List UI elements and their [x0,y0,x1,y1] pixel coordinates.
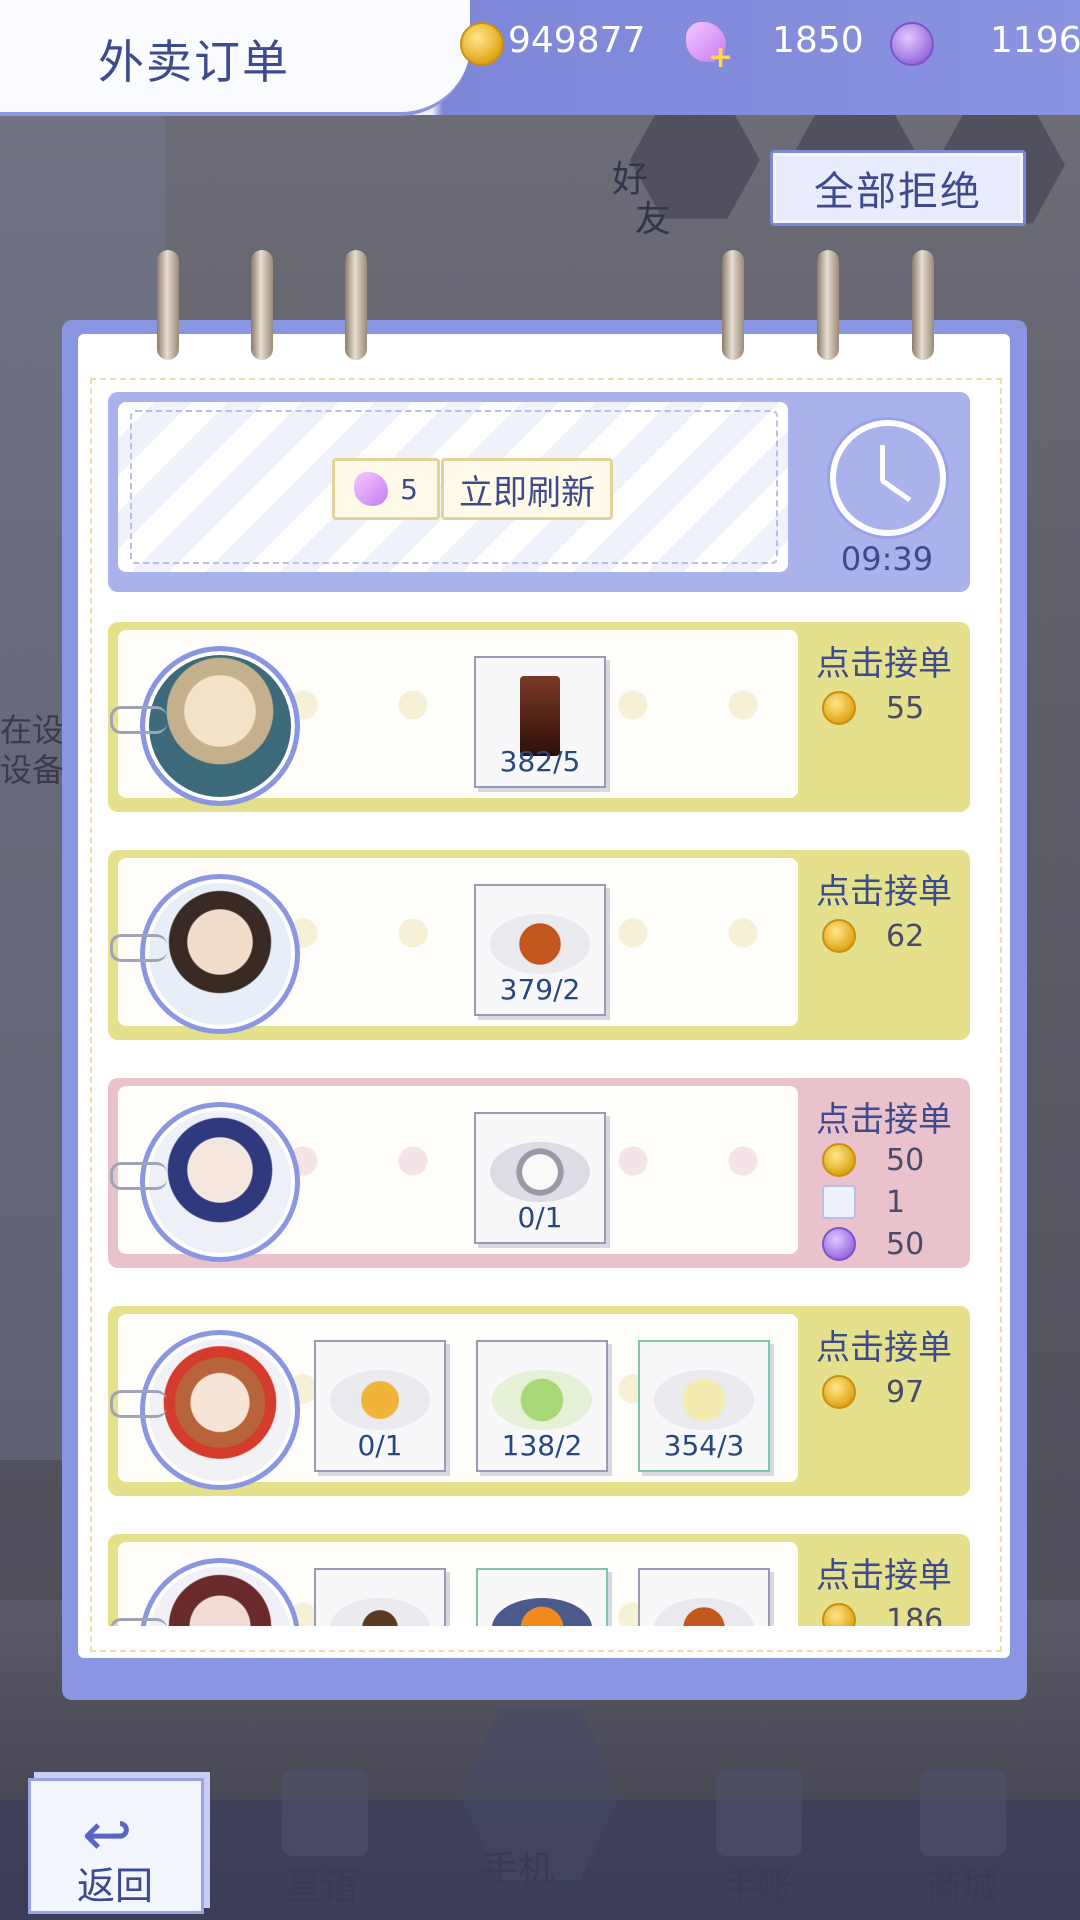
order-card [110,1542,798,1626]
order-row: 点击接单 186 [108,1534,970,1626]
add-gem-icon[interactable]: + [708,40,733,75]
coin-icon [822,919,856,953]
coin-count: 949877 [508,20,646,61]
order-row: 382/5 点击接单 55 [108,622,970,812]
binder-ring [817,250,839,360]
reward-value: 50 [886,1226,925,1262]
coin-icon [822,1143,856,1177]
order-item[interactable] [476,1568,608,1626]
green-tea-icon [492,1370,592,1430]
item-count: 354/3 [663,1429,745,1462]
order-item[interactable]: 138/2 [476,1340,608,1472]
nav-shop[interactable]: 商城 [926,1858,998,1910]
reward-value: 97 [886,1374,925,1410]
item-count: 138/2 [501,1429,583,1462]
cake-icon [330,1598,430,1626]
reward-row: 97 [808,1372,958,1412]
order-item[interactable]: 0/1 [474,1112,606,1244]
accept-order-button[interactable]: 点击接单 [798,1548,970,1597]
order-card: 0/1 138/2 354/3 [110,1314,798,1490]
item-count: 379/2 [499,973,581,1006]
reward-row: 62 [808,916,958,956]
pancakes-icon [330,1370,430,1430]
accept-order-button[interactable]: 点击接单 [798,864,970,913]
moon-icon [822,1227,856,1261]
accept-order-button[interactable]: 点击接单 [798,1320,970,1369]
order-item[interactable]: 379/2 [474,884,606,1016]
card-icon [822,1185,856,1219]
coin-icon [822,1375,856,1409]
reward-value: 55 [886,690,925,726]
background-text: 设备 [0,751,65,789]
friends-label: 好 友 [612,159,671,240]
journal-icon[interactable] [716,1770,802,1856]
reward-value: 186 [886,1602,944,1627]
paperclip-icon [110,706,167,734]
order-item[interactable]: 0/1 [314,1340,446,1472]
order-row: 0/1 点击接单 50 1 50 [108,1078,970,1268]
reward-value: 62 [886,918,925,954]
meatball-skewers-icon [490,914,590,974]
binder-ring [912,250,934,360]
item-count: 0/1 [517,1201,563,1234]
order-card: 379/2 [110,858,798,1034]
paperclip-icon [110,1618,167,1626]
accept-order-button[interactable]: 点击接单 [798,636,970,685]
reward-row: 50 [808,1224,958,1264]
order-row: 379/2 点击接单 62 [108,850,970,1040]
nav-phone[interactable]: 手机 [482,1840,554,1892]
customer-avatar [140,1558,300,1626]
binder-ring [345,250,367,360]
item-count: 0/1 [357,1429,403,1462]
reward-row: 55 [808,688,958,728]
accept-order-button[interactable]: 点击接单 [798,1092,970,1141]
soup-icon [654,1370,754,1430]
order-item[interactable] [638,1568,770,1626]
reward-value: 50 [886,1142,925,1178]
paperclip-icon [110,934,167,962]
reward-row: 186 [808,1600,958,1626]
cat-latte-icon [490,1142,590,1202]
binder-ring [251,250,273,360]
moon-icon [890,22,934,66]
reward-row: 1 [808,1182,958,1222]
coin-icon [460,22,504,66]
reward-value: 1 [886,1184,906,1220]
binder-ring [722,250,744,360]
star-whisper-icon[interactable] [282,1770,368,1856]
order-item[interactable]: 354/3 [638,1340,770,1472]
back-label[interactable]: 返回 [0,1855,230,1910]
moon-count: 1196 [990,20,1080,61]
item-count: 382/5 [499,745,581,778]
binder-ring [157,250,179,360]
paperclip-icon [110,1162,167,1190]
meatball-skewers-icon [654,1598,754,1626]
order-item[interactable] [314,1568,446,1626]
order-list[interactable]: 382/5 点击接单 55 379/2 点击接单 62 0/1 点击接单 50 … [100,386,990,1626]
orange-dish-icon [492,1598,592,1626]
reward-row: 50 [808,1140,958,1180]
nav-star[interactable]: 星语 [286,1858,358,1910]
swan-gem-count: 1850 [772,20,864,61]
coin-icon [822,691,856,725]
nav-journal[interactable]: 手账 [722,1858,794,1910]
reject-all-button[interactable]: 全部拒绝 [770,150,1026,226]
order-card: 382/5 [110,630,798,806]
order-row: 0/1 138/2 354/3 点击接单 97 [108,1306,970,1496]
page-title: 外卖订单 [98,35,290,89]
order-card: 0/1 [110,1086,798,1262]
paperclip-icon [110,1390,167,1418]
iced-coffee-icon [520,676,560,756]
coin-icon [822,1603,856,1626]
shop-icon[interactable] [920,1770,1006,1856]
order-item[interactable]: 382/5 [474,656,606,788]
